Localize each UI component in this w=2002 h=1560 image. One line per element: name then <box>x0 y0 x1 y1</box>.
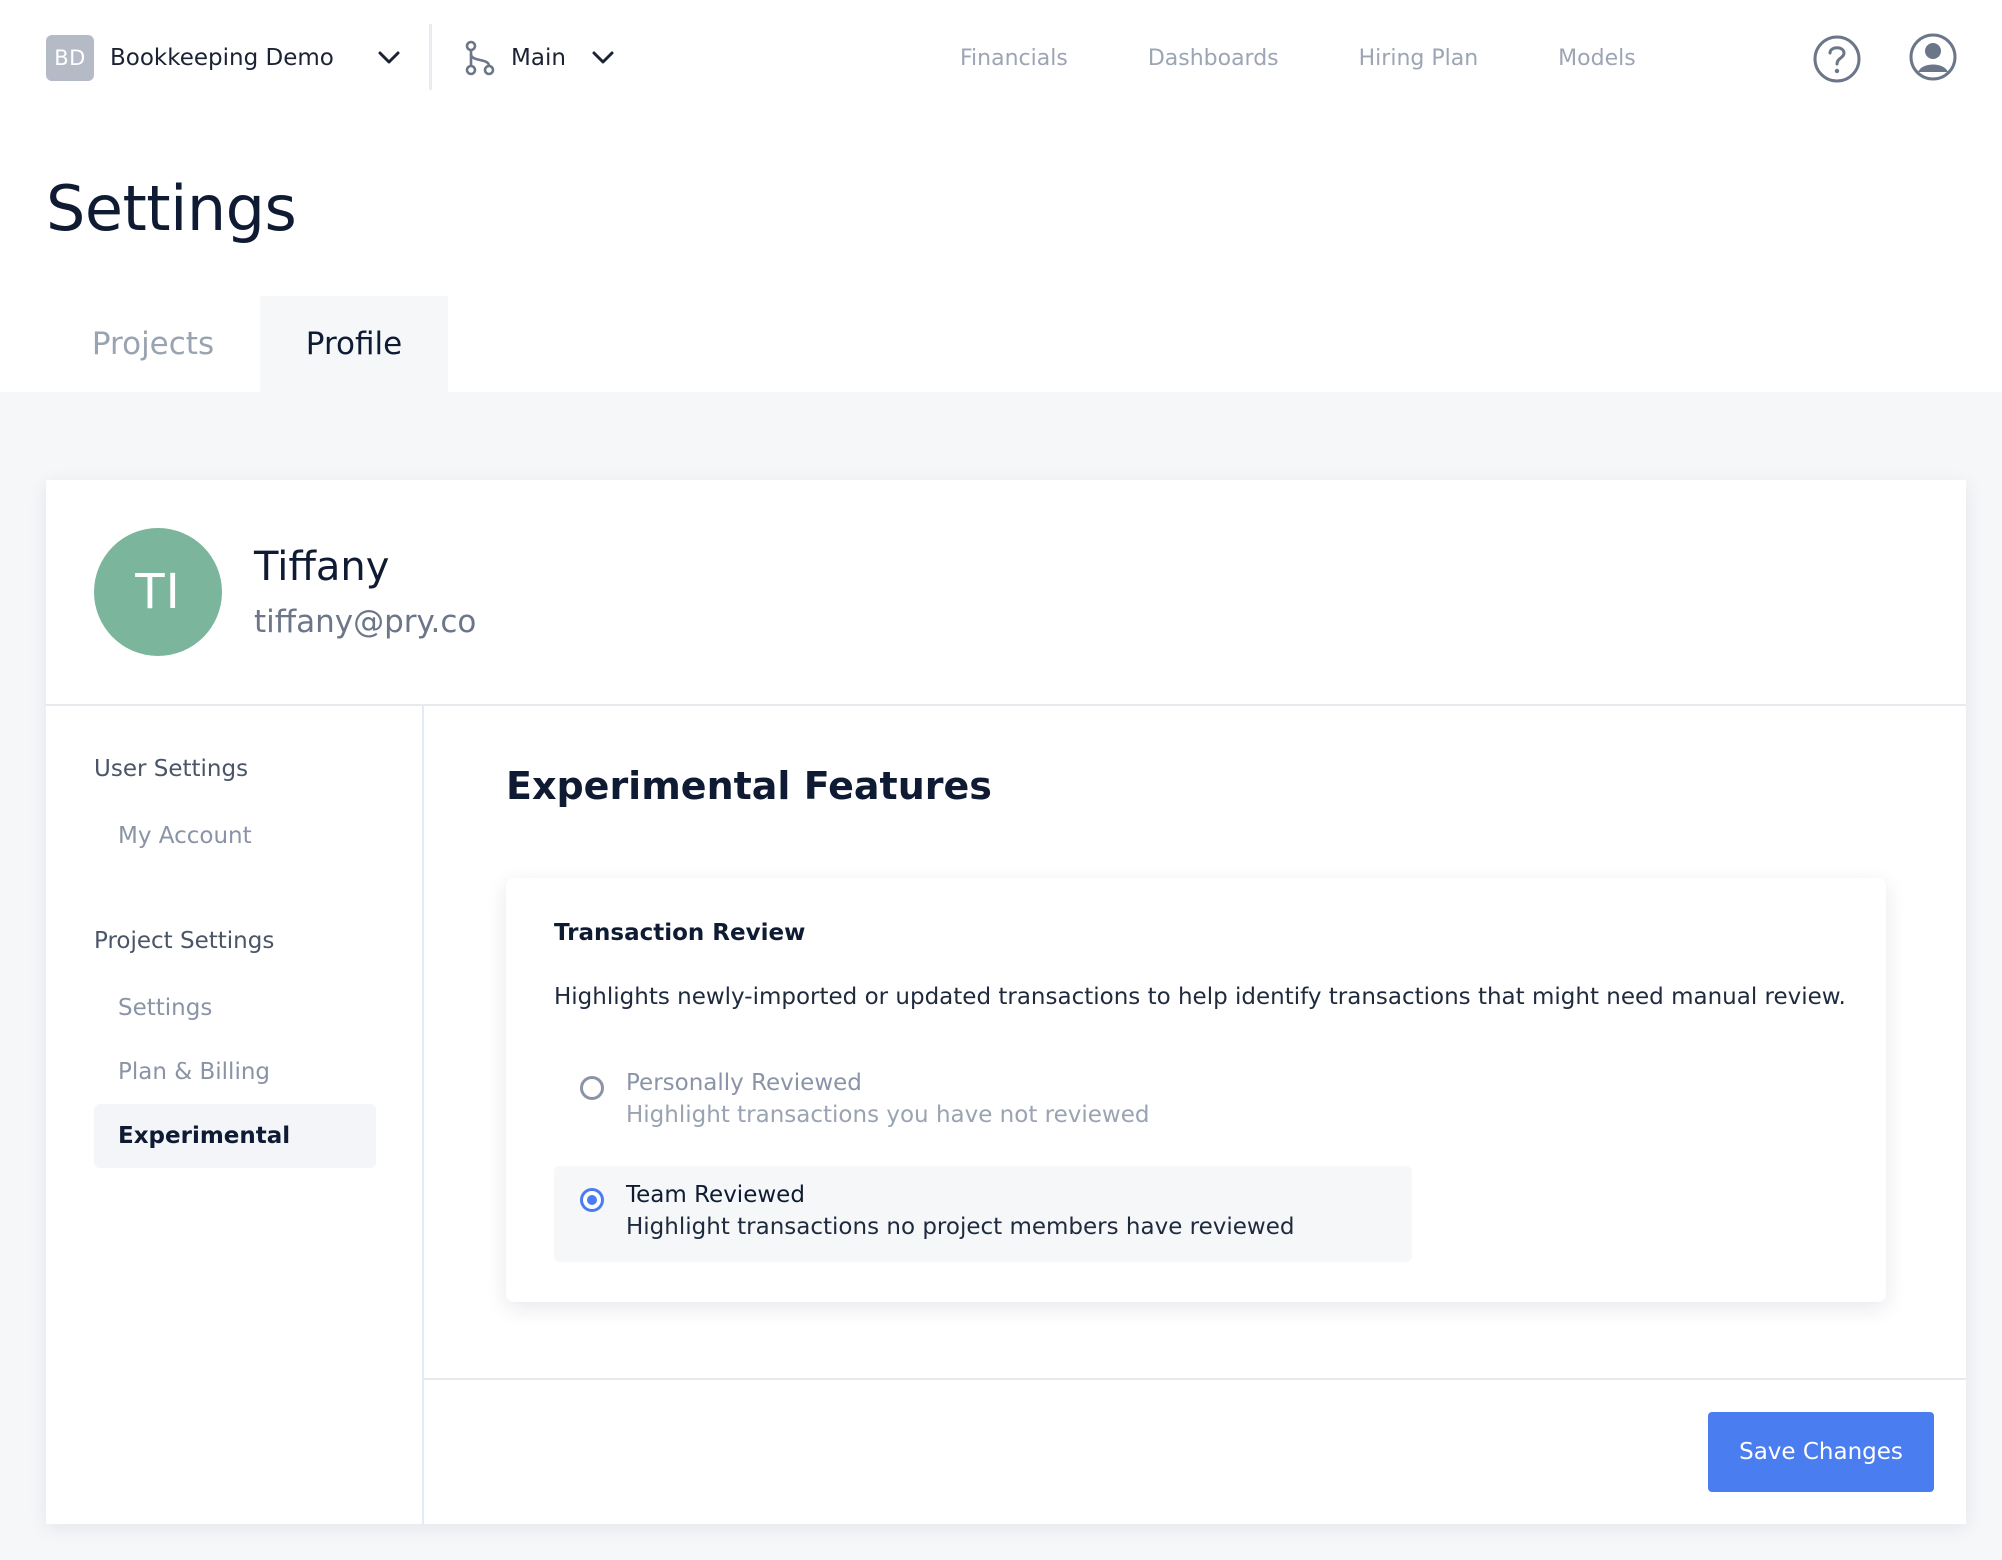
project-name: Bookkeeping Demo <box>110 45 334 71</box>
project-badge: BD <box>46 35 94 81</box>
chevron-down-icon <box>378 47 400 69</box>
tab-projects[interactable]: Projects <box>46 296 260 392</box>
profile-card: TI Tiffany tiffany@pry.co User Settings … <box>46 480 1966 1524</box>
project-switcher[interactable]: BD Bookkeeping Demo <box>46 35 400 81</box>
user-circle-icon[interactable] <box>1908 32 1958 82</box>
nav-financials[interactable]: Financials <box>960 46 1068 71</box>
option-description: Highlight transactions no project member… <box>626 1214 1295 1240</box>
profile-name: Tiffany <box>254 544 390 590</box>
footer-divider <box>424 1378 1966 1380</box>
nav-hiring-plan[interactable]: Hiring Plan <box>1359 46 1479 71</box>
main-nav: Financials Dashboards Hiring Plan Models <box>960 42 1716 74</box>
profile-email: tiffany@pry.co <box>254 604 477 640</box>
sidebar-item-my-account[interactable]: My Account <box>94 804 376 868</box>
settings-tabs: Projects Profile <box>46 296 448 392</box>
save-changes-button[interactable]: Save Changes <box>1708 1412 1934 1492</box>
settings-sidebar: User Settings My Account Project Setting… <box>46 706 424 1524</box>
radio-team-reviewed[interactable] <box>580 1188 604 1212</box>
topbar-divider <box>429 24 432 90</box>
top-bar: BD Bookkeeping Demo Main Financials Dash… <box>0 0 2002 116</box>
option-team-reviewed[interactable]: Team Reviewed Highlight transactions no … <box>554 1166 1412 1262</box>
settings-main: Experimental Features Transaction Review… <box>424 706 1966 1524</box>
branch-name: Main <box>511 45 566 71</box>
sidebar-item-plan-billing[interactable]: Plan & Billing <box>94 1040 376 1104</box>
section-title: Experimental Features <box>506 764 992 808</box>
option-label: Team Reviewed <box>626 1182 805 1208</box>
option-description: Highlight transactions you have not revi… <box>626 1102 1150 1128</box>
tab-profile[interactable]: Profile <box>260 296 448 392</box>
profile-header: TI Tiffany tiffany@pry.co <box>46 480 1966 706</box>
feature-description: Highlights newly-imported or updated tra… <box>554 984 1846 1010</box>
option-personally-reviewed[interactable]: Personally Reviewed Highlight transactio… <box>554 1054 1412 1150</box>
help-circle-icon[interactable] <box>1812 34 1862 84</box>
nav-dashboards[interactable]: Dashboards <box>1148 46 1279 71</box>
radio-personally-reviewed[interactable] <box>580 1076 604 1100</box>
sidebar-item-experimental[interactable]: Experimental <box>94 1104 376 1168</box>
sidebar-group-project-settings: Project Settings <box>94 928 275 954</box>
branch-switcher[interactable]: Main <box>463 38 614 78</box>
avatar: TI <box>94 528 222 656</box>
page-title: Settings <box>46 172 297 245</box>
option-label: Personally Reviewed <box>626 1070 862 1096</box>
feature-title: Transaction Review <box>554 920 806 946</box>
chevron-down-icon <box>592 47 614 69</box>
sidebar-group-user-settings: User Settings <box>94 756 249 782</box>
nav-models[interactable]: Models <box>1558 46 1636 71</box>
feature-card-transaction-review: Transaction Review Highlights newly-impo… <box>506 878 1886 1302</box>
sidebar-item-settings[interactable]: Settings <box>94 976 376 1040</box>
git-branch-icon <box>463 40 497 76</box>
